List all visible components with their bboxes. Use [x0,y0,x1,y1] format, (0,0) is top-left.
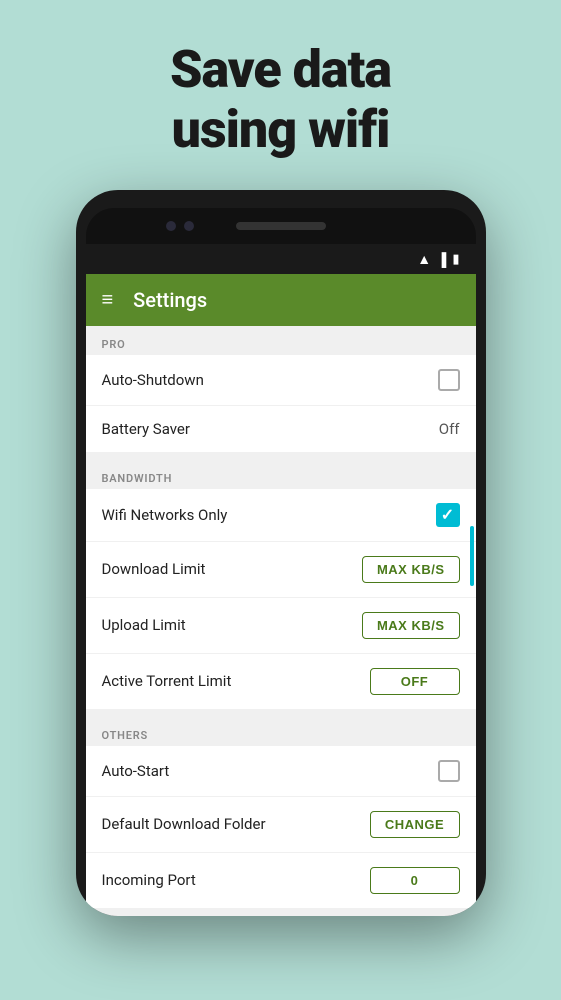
signal-icon: ▐ [437,252,446,268]
row-auto-shutdown: Auto-Shutdown [86,355,476,406]
hero-section: Save data using wifi [0,0,561,190]
app-bar: ≡ Settings [86,274,476,326]
hero-title: Save data using wifi [0,40,561,160]
upload-limit-button[interactable]: MAX KB/S [362,612,460,639]
battery-icon: ▮ [452,252,459,267]
phone: ▲ ▐ ▮ ≡ Settings PRO Auto-Shutdown Batt [76,190,486,916]
row-battery-saver[interactable]: Battery Saver Off [86,406,476,452]
app-bar-title: Settings [133,288,207,312]
section-header-pro: PRO [86,326,476,355]
phone-wrapper: ▲ ▐ ▮ ≡ Settings PRO Auto-Shutdown Batt [0,190,561,916]
torrent-limit-label: Active Torrent Limit [102,672,232,690]
row-download-limit: Download Limit MAX KB/S [86,542,476,598]
camera-dot-left [166,221,176,231]
speaker [236,222,326,230]
section-header-bandwidth: BANDWIDTH [86,460,476,489]
auto-shutdown-checkbox[interactable] [438,369,460,391]
hero-line2: using wifi [172,99,390,160]
section-pro: PRO Auto-Shutdown Battery Saver Off [86,326,476,452]
hero-line1: Save data [170,39,391,100]
row-torrent-limit: Active Torrent Limit OFF [86,654,476,709]
phone-top-bar [86,208,476,244]
settings-content: PRO Auto-Shutdown Battery Saver Off BAND… [86,326,476,916]
camera-dot-right [184,221,194,231]
scrollbar[interactable] [470,526,474,586]
camera-dots [166,221,194,231]
status-bar: ▲ ▐ ▮ [86,246,476,274]
row-auto-start: Auto-Start [86,746,476,797]
download-folder-button[interactable]: CHANGE [370,811,460,838]
download-limit-button[interactable]: MAX KB/S [362,556,460,583]
incoming-port-label: Incoming Port [102,871,196,889]
wifi-icon: ▲ [417,251,431,268]
section-bandwidth: BANDWIDTH Wifi Networks Only ✓ Download … [86,460,476,709]
auto-start-checkbox[interactable] [438,760,460,782]
wifi-only-checkbox[interactable]: ✓ [436,503,460,527]
torrent-limit-button[interactable]: OFF [370,668,460,695]
menu-icon[interactable]: ≡ [102,287,114,312]
auto-shutdown-label: Auto-Shutdown [102,371,204,389]
wifi-only-label: Wifi Networks Only [102,506,228,524]
row-incoming-port: Incoming Port 0 [86,853,476,908]
section-others: OTHERS Auto-Start Default Download Folde… [86,717,476,908]
row-download-folder: Default Download Folder CHANGE [86,797,476,853]
upload-limit-label: Upload Limit [102,616,186,634]
download-limit-label: Download Limit [102,560,206,578]
checkmark-icon: ✓ [441,505,454,524]
auto-start-label: Auto-Start [102,762,170,780]
incoming-port-button[interactable]: 0 [370,867,460,894]
row-upload-limit: Upload Limit MAX KB/S [86,598,476,654]
row-wifi-only: Wifi Networks Only ✓ [86,489,476,542]
download-folder-label: Default Download Folder [102,815,266,833]
battery-saver-label: Battery Saver [102,420,190,438]
section-header-others: OTHERS [86,717,476,746]
battery-saver-value: Off [439,420,460,438]
